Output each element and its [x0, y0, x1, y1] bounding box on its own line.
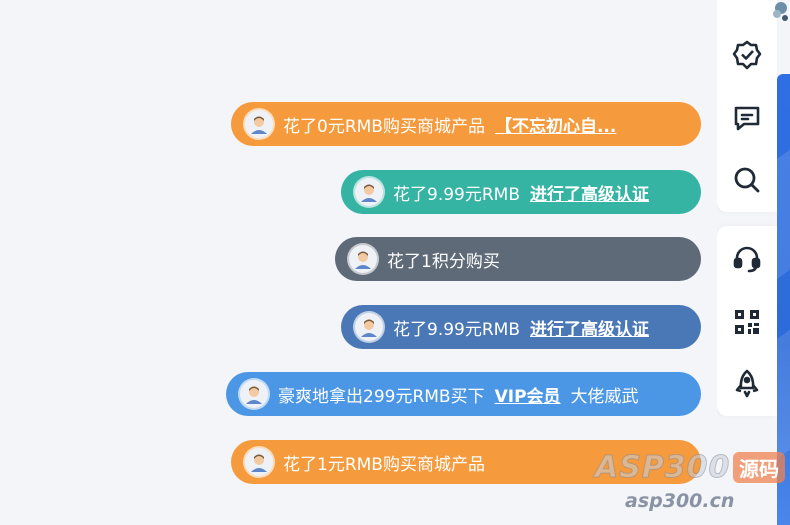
notification-link[interactable]: VIP会员 — [495, 382, 561, 407]
toolbar-group-top — [717, 0, 777, 212]
message-icon[interactable] — [729, 100, 765, 136]
notification-pill: 花了0元RMB购买商城产品 【不忘初心自... — [231, 102, 701, 146]
search-icon[interactable] — [729, 162, 765, 198]
watermark-badge: 源码 — [733, 452, 785, 483]
notification-suffix: 大佬威武 — [570, 386, 639, 407]
toolbar-group-bottom — [717, 226, 777, 416]
watermark: ASP300 源码 asp300.cn — [594, 450, 790, 525]
corner-graphic — [768, 0, 790, 26]
verified-badge-icon[interactable] — [729, 37, 765, 73]
avatar — [245, 448, 273, 476]
avatar — [355, 178, 383, 206]
notification-text: 花了9.99元RMB — [393, 319, 520, 340]
watermark-url: asp300.cn — [625, 490, 735, 512]
notification-text: 豪爽地拿出299元RMB买下 — [278, 386, 485, 407]
floating-toolbar — [717, 0, 790, 525]
avatar — [355, 313, 383, 341]
notification-link[interactable]: 【不忘初心自... — [495, 112, 616, 137]
avatar — [349, 245, 377, 273]
notification-pill: 花了9.99元RMB 进行了高级认证 — [341, 305, 701, 349]
avatar — [245, 110, 273, 138]
watermark-brand: ASP300 — [594, 450, 731, 486]
notification-pill: 花了1积分购买 — [335, 237, 701, 281]
notification-link[interactable]: 进行了高级认证 — [530, 180, 649, 205]
notification-text: 花了1元RMB购买商城产品 — [283, 454, 485, 475]
notification-link[interactable]: 进行了高级认证 — [530, 315, 649, 340]
notification-pill: 豪爽地拿出299元RMB买下 VIP会员 大佬威武 — [226, 372, 701, 416]
qr-code-icon[interactable] — [729, 304, 765, 340]
rocket-icon[interactable] — [729, 366, 765, 402]
avatar — [240, 380, 268, 408]
headset-icon[interactable] — [729, 241, 765, 277]
notification-text: 花了1积分购买 — [387, 251, 500, 272]
notification-pill: 花了9.99元RMB 进行了高级认证 — [341, 170, 701, 214]
notification-text: 花了0元RMB购买商城产品 — [283, 116, 485, 137]
notification-text: 花了9.99元RMB — [393, 184, 520, 205]
